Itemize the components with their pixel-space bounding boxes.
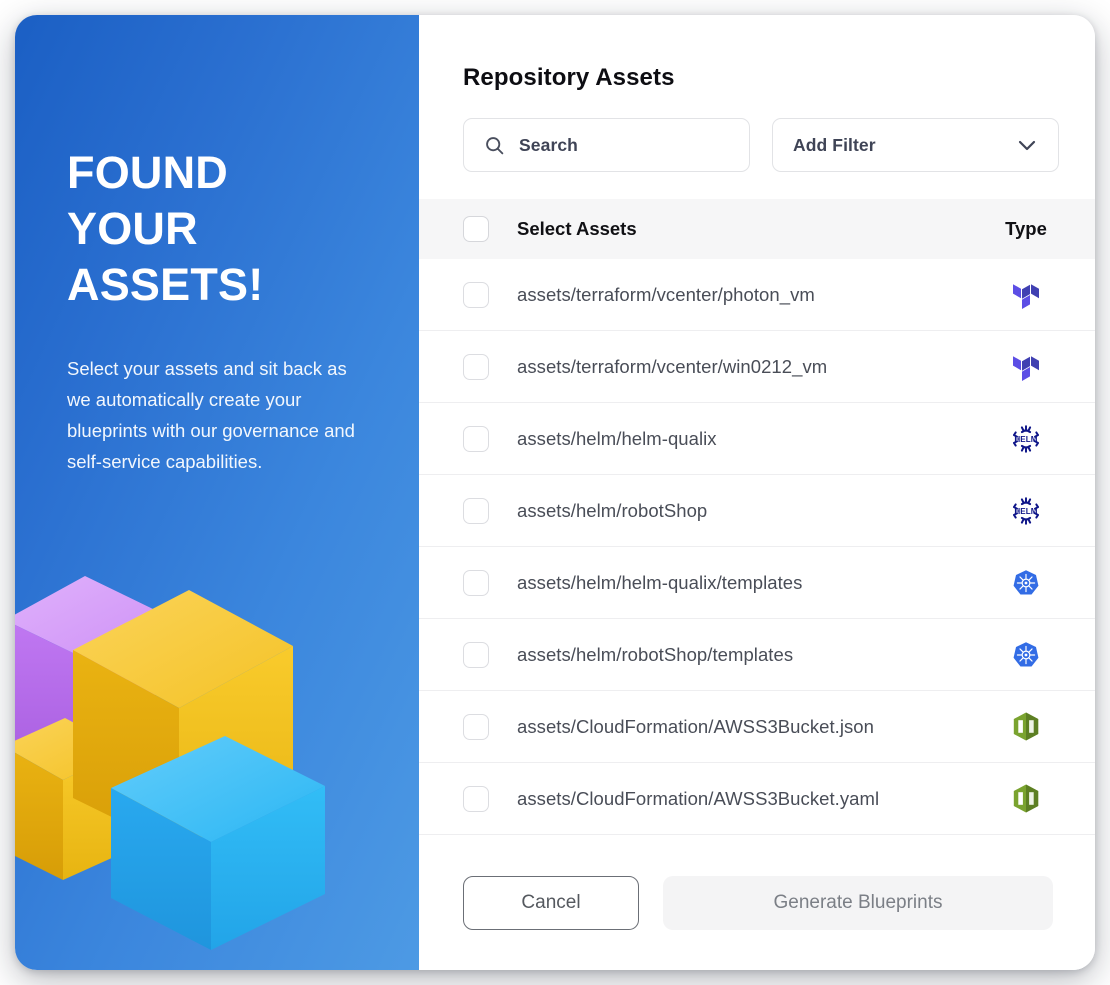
search-icon xyxy=(484,135,505,156)
add-filter-label: Add Filter xyxy=(793,134,876,155)
svg-text:HELM: HELM xyxy=(1014,435,1037,444)
asset-selection-card: FOUND YOUR ASSETS! Select your assets an… xyxy=(15,15,1095,970)
helm-icon: HELM xyxy=(1011,496,1041,526)
column-header-type: Type xyxy=(1005,218,1047,239)
asset-path: assets/helm/helm-qualix xyxy=(517,427,717,449)
asset-path: assets/terraform/vcenter/photon_vm xyxy=(517,283,815,305)
kubernetes-icon xyxy=(1012,569,1040,597)
asset-path: assets/CloudFormation/AWSS3Bucket.json xyxy=(517,715,874,737)
asset-type-cell: HELM xyxy=(983,496,1069,526)
boxes-svg xyxy=(15,576,325,950)
asset-path: assets/helm/robotShop/templates xyxy=(517,643,794,665)
content-panel: Repository Assets Search Add Filter Sele… xyxy=(419,15,1095,970)
asset-path: assets/terraform/vcenter/win0212_vm xyxy=(517,355,828,377)
asset-type-cell xyxy=(983,784,1069,813)
row-checkbox[interactable] xyxy=(463,281,489,308)
terraform-icon xyxy=(1013,352,1039,381)
footer-actions: Cancel Generate Blueprints xyxy=(419,844,1095,970)
row-checkbox[interactable] xyxy=(463,713,489,740)
row-checkbox[interactable] xyxy=(463,353,489,380)
cloudformation-icon xyxy=(1013,784,1039,813)
assets-table: Select Assets Type assets/terraform/vcen… xyxy=(419,199,1095,844)
asset-type-cell xyxy=(983,712,1069,741)
search-input[interactable]: Search xyxy=(463,118,750,172)
row-checkbox[interactable] xyxy=(463,641,489,668)
generate-blueprints-button[interactable]: Generate Blueprints xyxy=(663,876,1053,930)
row-checkbox[interactable] xyxy=(463,425,489,452)
cancel-button[interactable]: Cancel xyxy=(463,876,639,930)
hero-title: FOUND YOUR ASSETS! xyxy=(67,147,264,310)
asset-type-cell xyxy=(983,569,1069,597)
helm-icon: HELM xyxy=(1011,424,1041,454)
row-checkbox[interactable] xyxy=(463,569,489,596)
table-row[interactable]: assets/helm/robotShop/templates xyxy=(419,619,1095,691)
hero-text-block: FOUND YOUR ASSETS! Select your assets an… xyxy=(67,145,367,477)
search-placeholder-text: Search xyxy=(519,134,578,155)
select-all-checkbox[interactable] xyxy=(463,216,489,242)
asset-type-cell: HELM xyxy=(983,424,1069,454)
asset-type-cell xyxy=(983,641,1069,669)
toolbar: Search Add Filter xyxy=(463,118,1067,172)
asset-path: assets/helm/helm-qualix/templates xyxy=(517,571,803,593)
column-header-select-assets: Select Assets xyxy=(517,218,637,239)
table-row[interactable]: assets/CloudFormation/AWSS3Bucket.yaml xyxy=(419,763,1095,835)
add-filter-dropdown[interactable]: Add Filter xyxy=(772,118,1059,172)
terraform-icon xyxy=(1013,280,1039,309)
page-title: Repository Assets xyxy=(463,64,675,91)
asset-type-cell xyxy=(983,352,1069,381)
table-row[interactable]: assets/helm/helm-qualix/templates xyxy=(419,547,1095,619)
table-body: assets/terraform/vcenter/photon_vm asset… xyxy=(419,259,1095,844)
table-row[interactable]: assets/terraform/vcenter/photon_vm xyxy=(419,259,1095,331)
table-row[interactable]: assets/terraform/vcenter/win0212_vm xyxy=(419,331,1095,403)
asset-type-cell xyxy=(983,280,1069,309)
isometric-boxes-illustration xyxy=(15,550,419,970)
table-row[interactable]: assets/CloudFormation/AWSS3Bucket.json xyxy=(419,691,1095,763)
table-row[interactable]: assets/helm/helm-qualix HELM xyxy=(419,403,1095,475)
cloudformation-icon xyxy=(1013,712,1039,741)
row-checkbox[interactable] xyxy=(463,785,489,812)
screen-root: FOUND YOUR ASSETS! Select your assets an… xyxy=(0,0,1110,985)
svg-text:HELM: HELM xyxy=(1014,507,1037,516)
kubernetes-icon xyxy=(1012,641,1040,669)
table-row[interactable]: assets/helm/robotShop HELM xyxy=(419,475,1095,547)
asset-path: assets/CloudFormation/AWSS3Bucket.yaml xyxy=(517,787,880,809)
hero-subtitle: Select your assets and sit back as we au… xyxy=(67,358,355,472)
chevron-down-icon xyxy=(1015,133,1039,157)
row-checkbox[interactable] xyxy=(463,497,489,524)
asset-path: assets/helm/robotShop xyxy=(517,499,708,521)
hero-panel: FOUND YOUR ASSETS! Select your assets an… xyxy=(15,15,419,970)
table-header-row: Select Assets Type xyxy=(419,199,1095,259)
